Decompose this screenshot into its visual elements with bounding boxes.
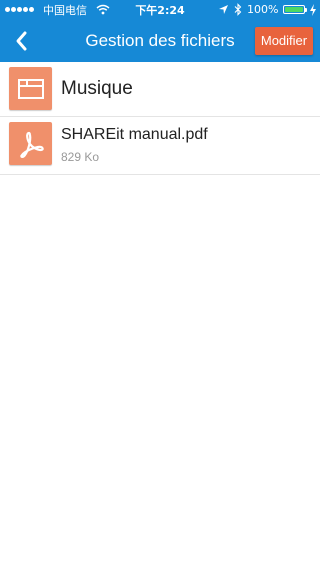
- status-bar: 中国电信 下午2:24 100%: [0, 0, 320, 20]
- folder-icon: [9, 67, 52, 110]
- page-title: Gestion des fichiers: [85, 31, 235, 50]
- charging-icon: [309, 4, 317, 19]
- file-list: Musique SHAREit manual.pdf 829 Ko: [0, 62, 320, 175]
- folder-name: Musique: [61, 78, 133, 99]
- battery-tip: [305, 8, 307, 12]
- battery-icon: [283, 5, 305, 14]
- list-item-file[interactable]: SHAREit manual.pdf 829 Ko: [0, 117, 320, 175]
- battery-percent: 100%: [247, 3, 279, 16]
- pdf-icon: [9, 122, 52, 165]
- list-item-folder[interactable]: Musique: [0, 62, 320, 117]
- location-arrow-icon: [218, 4, 229, 18]
- navigation-bar: Gestion des fichiers Modifier: [0, 20, 320, 62]
- file-name: SHAREit manual.pdf: [61, 126, 208, 143]
- modify-button[interactable]: Modifier: [255, 27, 313, 55]
- chevron-left-icon: [16, 31, 27, 51]
- bluetooth-icon: [234, 3, 242, 19]
- file-size: 829 Ko: [61, 150, 100, 164]
- back-button[interactable]: [10, 29, 34, 53]
- app-screen: 中国电信 下午2:24 100% Gestion des fichiers Mo…: [0, 0, 320, 568]
